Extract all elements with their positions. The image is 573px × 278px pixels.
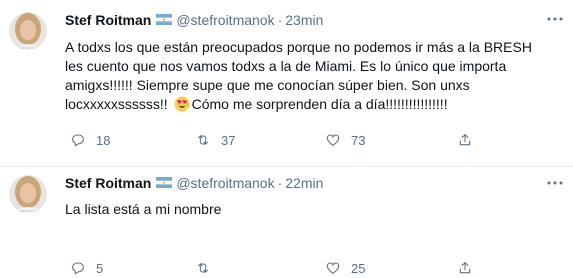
like-button[interactable]: 25 — [325, 258, 365, 278]
tweet-text: A todxs los que están preocupados porque… — [65, 38, 553, 117]
share-button[interactable] — [457, 130, 473, 150]
handle[interactable]: @stefroitmanok — [176, 175, 274, 191]
tweet-header: Stef Roitman @stefroitmanok · 22min — [65, 174, 323, 192]
retweet-button[interactable]: 37 — [195, 130, 235, 150]
reply-button[interactable]: 5 — [70, 258, 103, 278]
reply-icon — [72, 134, 84, 147]
separator-dot: · — [277, 175, 283, 191]
reply-count: 18 — [96, 132, 111, 148]
avatar[interactable] — [9, 175, 47, 213]
argentina-flag-icon — [156, 12, 173, 28]
retweet-icon — [197, 263, 209, 273]
reply-button[interactable]: 18 — [70, 130, 110, 150]
heart-eyes-emoji-icon — [174, 96, 190, 117]
argentina-flag-icon — [156, 175, 173, 191]
more-icon[interactable] — [545, 174, 565, 192]
tweet-line-part: Cómo me sorprenden día a día!!!!!!!!!!!!… — [191, 96, 448, 112]
tweet[interactable]: Stef Roitman @stefroitmanok · 22min La l… — [0, 167, 573, 276]
reply-count: 5 — [96, 260, 104, 276]
tweet-line-part: locxxxxxssssss!! — [65, 96, 168, 112]
separator-dot: · — [277, 12, 283, 28]
tweet-line: les cuento que nos vamos todxs a la de M… — [65, 58, 507, 74]
tweet-line: La lista está a mi nombre — [65, 201, 222, 217]
tweet-actions: 5 25 — [62, 258, 502, 278]
share-icon — [459, 133, 471, 146]
like-icon — [326, 262, 340, 274]
retweet-icon — [197, 135, 209, 145]
like-button[interactable]: 73 — [325, 130, 365, 150]
retweet-count: 37 — [221, 132, 236, 148]
timestamp[interactable]: 23min — [285, 12, 323, 28]
handle[interactable]: @stefroitmanok — [176, 12, 274, 28]
tweet-line: amigxs!!!!!! Siempre supe que me conocía… — [65, 77, 470, 93]
display-name[interactable]: Stef Roitman — [65, 12, 151, 28]
like-count: 73 — [351, 132, 366, 148]
like-icon — [326, 134, 340, 146]
reply-icon — [72, 262, 84, 275]
share-icon — [459, 261, 471, 274]
tweet-line-with-emoji: locxxxxxssssss!! Cómo me sorprenden día … — [65, 95, 553, 117]
like-count: 25 — [351, 260, 366, 276]
tweet-text: La lista está a mi nombre — [65, 200, 553, 219]
more-icon[interactable] — [545, 10, 565, 28]
tweet-line: A todxs los que están preocupados porque… — [65, 39, 532, 55]
display-name[interactable]: Stef Roitman — [65, 175, 151, 191]
share-button[interactable] — [457, 258, 473, 278]
avatar[interactable] — [9, 12, 47, 50]
tweet-header: Stef Roitman @stefroitmanok · 23min — [65, 11, 323, 29]
tweet[interactable]: Stef Roitman @stefroitmanok · 23min A to… — [0, 0, 573, 167]
retweet-button[interactable] — [195, 258, 221, 278]
tweet-actions: 18 37 73 — [62, 130, 502, 150]
timestamp[interactable]: 22min — [285, 175, 323, 191]
